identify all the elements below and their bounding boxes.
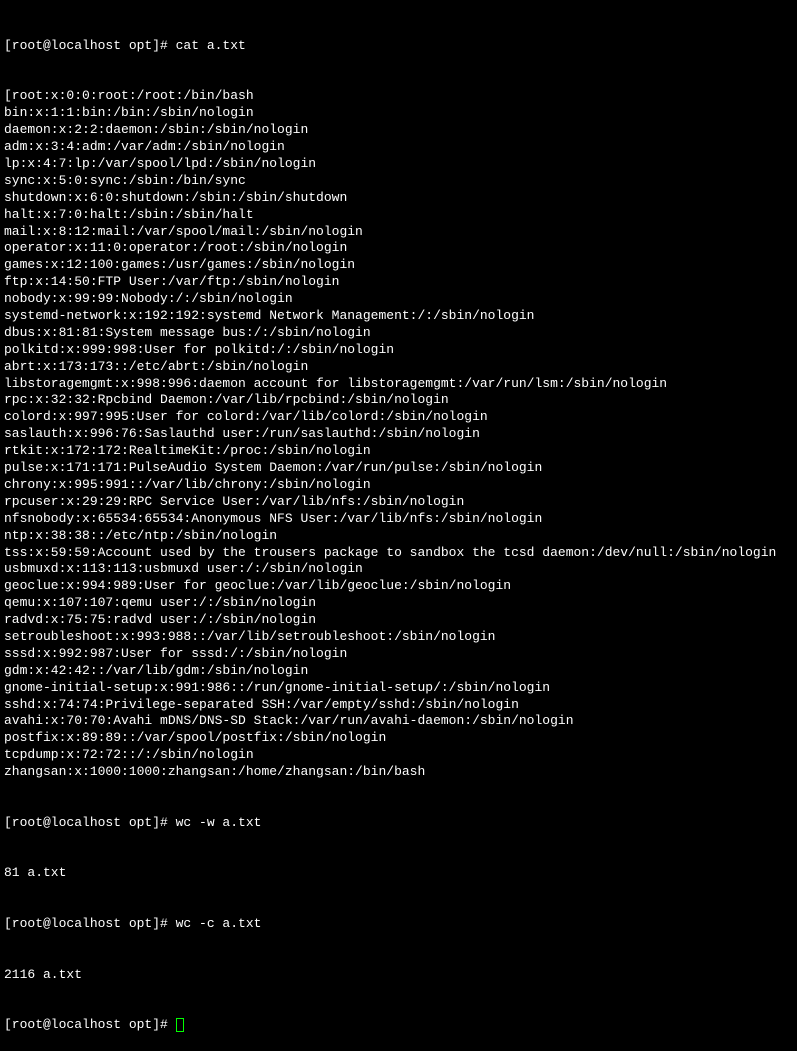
output-line: rtkit:x:172:172:RealtimeKit:/proc:/sbin/… xyxy=(4,443,793,460)
output-line: halt:x:7:0:halt:/sbin:/sbin/halt xyxy=(4,207,793,224)
command-prompt[interactable]: [root@localhost opt]# xyxy=(4,1017,793,1034)
output-line: geoclue:x:994:989:User for geoclue:/var/… xyxy=(4,578,793,595)
output-line: bin:x:1:1:bin:/bin:/sbin/nologin xyxy=(4,105,793,122)
output-line: postfix:x:89:89::/var/spool/postfix:/sbi… xyxy=(4,730,793,747)
output-line: usbmuxd:x:113:113:usbmuxd user:/:/sbin/n… xyxy=(4,561,793,578)
output-line: lp:x:4:7:lp:/var/spool/lpd:/sbin/nologin xyxy=(4,156,793,173)
output-line: radvd:x:75:75:radvd user:/:/sbin/nologin xyxy=(4,612,793,629)
output-line: mail:x:8:12:mail:/var/spool/mail:/sbin/n… xyxy=(4,224,793,241)
output-line: games:x:12:100:games:/usr/games:/sbin/no… xyxy=(4,257,793,274)
output-line: saslauth:x:996:76:Saslauthd user:/run/sa… xyxy=(4,426,793,443)
command-line: [root@localhost opt]# wc -c a.txt xyxy=(4,916,793,933)
output-line: avahi:x:70:70:Avahi mDNS/DNS-SD Stack:/v… xyxy=(4,713,793,730)
output-line: sshd:x:74:74:Privilege-separated SSH:/va… xyxy=(4,697,793,714)
output-line: adm:x:3:4:adm:/var/adm:/sbin/nologin xyxy=(4,139,793,156)
output-line: sync:x:5:0:sync:/sbin:/bin/sync xyxy=(4,173,793,190)
output-line: rpcuser:x:29:29:RPC Service User:/var/li… xyxy=(4,494,793,511)
output-line: operator:x:11:0:operator:/root:/sbin/nol… xyxy=(4,240,793,257)
output-line: nfsnobody:x:65534:65534:Anonymous NFS Us… xyxy=(4,511,793,528)
output-line: colord:x:997:995:User for colord:/var/li… xyxy=(4,409,793,426)
output-line: ntp:x:38:38::/etc/ntp:/sbin/nologin xyxy=(4,528,793,545)
file-output: [root:x:0:0:root:/root:/bin/bashbin:x:1:… xyxy=(4,88,793,781)
command-line: [root@localhost opt]# wc -w a.txt xyxy=(4,815,793,832)
output-line: qemu:x:107:107:qemu user:/:/sbin/nologin xyxy=(4,595,793,612)
output-line: shutdown:x:6:0:shutdown:/sbin:/sbin/shut… xyxy=(4,190,793,207)
output-line: zhangsan:x:1000:1000:zhangsan:/home/zhan… xyxy=(4,764,793,781)
output-line: tcpdump:x:72:72::/:/sbin/nologin xyxy=(4,747,793,764)
output-line: gdm:x:42:42::/var/lib/gdm:/sbin/nologin xyxy=(4,663,793,680)
output-line: polkitd:x:999:998:User for polkitd:/:/sb… xyxy=(4,342,793,359)
output-line: dbus:x:81:81:System message bus:/:/sbin/… xyxy=(4,325,793,342)
output-line: ftp:x:14:50:FTP User:/var/ftp:/sbin/nolo… xyxy=(4,274,793,291)
output-line: daemon:x:2:2:daemon:/sbin:/sbin/nologin xyxy=(4,122,793,139)
terminal-window[interactable]: [root@localhost opt]# cat a.txt [root:x:… xyxy=(4,4,793,1051)
command-output: 2116 a.txt xyxy=(4,967,793,984)
command-line: [root@localhost opt]# cat a.txt xyxy=(4,38,793,55)
output-line: [root:x:0:0:root:/root:/bin/bash xyxy=(4,88,793,105)
output-line: gnome-initial-setup:x:991:986::/run/gnom… xyxy=(4,680,793,697)
output-line: nobody:x:99:99:Nobody:/:/sbin/nologin xyxy=(4,291,793,308)
output-line: abrt:x:173:173::/etc/abrt:/sbin/nologin xyxy=(4,359,793,376)
cursor-icon xyxy=(176,1018,184,1032)
output-line: pulse:x:171:171:PulseAudio System Daemon… xyxy=(4,460,793,477)
command-output: 81 a.txt xyxy=(4,865,793,882)
output-line: tss:x:59:59:Account used by the trousers… xyxy=(4,545,793,562)
output-line: rpc:x:32:32:Rpcbind Daemon:/var/lib/rpcb… xyxy=(4,392,793,409)
output-line: libstoragemgmt:x:998:996:daemon account … xyxy=(4,376,793,393)
output-line: systemd-network:x:192:192:systemd Networ… xyxy=(4,308,793,325)
output-line: setroubleshoot:x:993:988::/var/lib/setro… xyxy=(4,629,793,646)
output-line: chrony:x:995:991::/var/lib/chrony:/sbin/… xyxy=(4,477,793,494)
prompt-text: [root@localhost opt]# xyxy=(4,1017,176,1032)
output-line: sssd:x:992:987:User for sssd:/:/sbin/nol… xyxy=(4,646,793,663)
